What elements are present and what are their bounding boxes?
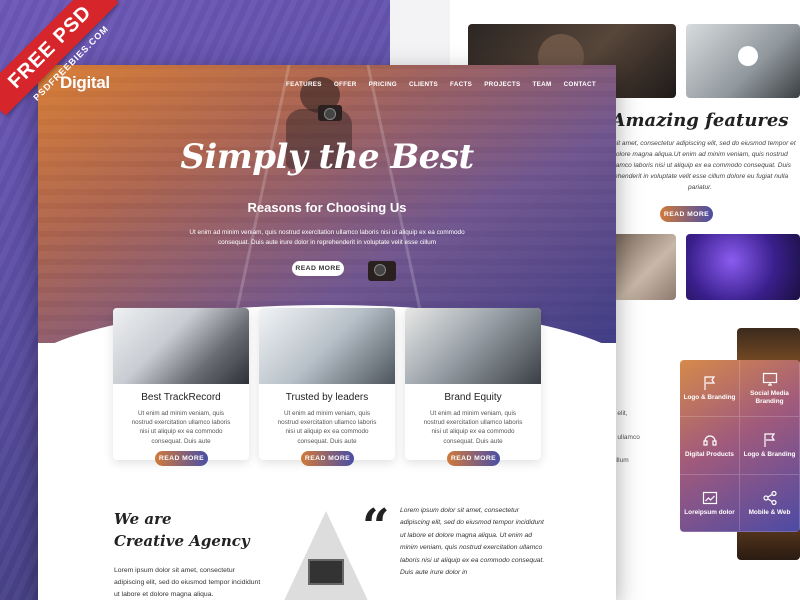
quote-mark-icon: “ <box>362 499 390 555</box>
about-heading-line: Creative Agency <box>114 532 250 550</box>
service-label: Logo & Branding <box>743 451 796 459</box>
nav-item-team[interactable]: TEAM <box>533 81 552 88</box>
main-nav: FEATURES OFFER PRICING CLIENTS FACTS PRO… <box>286 81 596 88</box>
side-line: cillum <box>612 457 629 465</box>
card-read-more-button[interactable]: READ MORE <box>301 451 354 466</box>
hero-read-more-button[interactable]: READ MORE <box>292 261 344 276</box>
side-text-snippet: g elit, e n ullamco e cillum e e <box>612 408 652 491</box>
service-label: Mobile & Web <box>748 508 791 516</box>
service-label: Loreipsum dolor <box>684 508 735 516</box>
nav-item-features[interactable]: FEATURES <box>286 81 322 88</box>
share-icon <box>762 490 777 505</box>
nav-item-pricing[interactable]: PRICING <box>369 81 397 88</box>
about-text: Lorem ipsum dolor sit amet, consectetur … <box>114 567 261 598</box>
card-read-more-button[interactable]: READ MORE <box>447 451 500 466</box>
service-item[interactable]: Loreipsum dolor <box>680 474 740 532</box>
nav-item-clients[interactable]: CLIENTS <box>409 81 438 88</box>
features-text: lor sit amet, consectetur adipiscing eli… <box>604 140 796 191</box>
nav-item-offer[interactable]: OFFER <box>334 81 357 88</box>
headset-icon <box>702 435 717 446</box>
side-line: e <box>612 443 652 455</box>
side-line: e <box>612 420 652 432</box>
nav-item-contact[interactable]: CONTACT <box>564 81 596 88</box>
feature-card: Best TrackRecord Ut enim ad minim veniam… <box>113 308 249 460</box>
chart-icon <box>702 491 717 504</box>
card-photo-workspace <box>405 308 541 384</box>
flag-icon <box>763 433 775 448</box>
side-line: n ullamco <box>612 433 640 441</box>
photo-desk-lamp <box>686 24 800 98</box>
service-label: Digital Products <box>684 451 734 459</box>
side-line: e <box>612 467 652 479</box>
photo-concert <box>686 234 800 300</box>
service-label: Social Media Branding <box>750 390 789 405</box>
service-item[interactable]: Mobile & Web <box>740 474 800 532</box>
camera-icon <box>318 105 342 121</box>
card-text: Ut enim ad minim veniam, quis nostrud ex… <box>131 410 231 445</box>
card-read-more-button[interactable]: READ MORE <box>155 451 208 466</box>
service-item[interactable]: Logo & Branding <box>740 417 800 475</box>
service-item[interactable]: Digital Products <box>680 417 740 475</box>
side-line: g elit, <box>612 410 628 417</box>
card-title: Brand Equity <box>444 392 502 403</box>
feature-card: Brand Equity Ut enim ad minim veniam, qu… <box>405 308 541 460</box>
features-heading: Amazing features <box>611 110 789 131</box>
hero-subtitle: Reasons for Choosing Us <box>247 200 407 215</box>
hero-section: Digital FEATURES OFFER PRICING CLIENTS F… <box>38 65 616 343</box>
quote-text: Lorem ipsum dolor sit amet, consectetur … <box>400 507 545 577</box>
card-text: Ut enim ad minim veniam, quis nostrud ex… <box>277 410 377 445</box>
nav-item-facts[interactable]: FACTS <box>450 81 472 88</box>
triangle-image <box>282 511 370 600</box>
service-item[interactable]: Logo & Branding <box>680 360 740 418</box>
hero-text: Ut enim ad minim veniam, quis nostrud ex… <box>189 229 465 246</box>
about-heading-line: We are <box>114 510 172 528</box>
features-read-more-button[interactable]: READ MORE <box>660 206 713 222</box>
side-line: e <box>612 479 652 491</box>
card-text: Ut enim ad minim veniam, quis nostrud ex… <box>423 410 523 445</box>
card-title: Trusted by leaders <box>285 392 369 403</box>
site-logo[interactable]: Digital <box>60 73 110 93</box>
nav-item-projects[interactable]: PROJECTS <box>484 81 520 88</box>
main-page-sheet: Digital FEATURES OFFER PRICING CLIENTS F… <box>38 65 616 600</box>
hero-title: Simply the Best <box>180 137 474 177</box>
card-photo-office <box>259 308 395 384</box>
monitor-icon <box>762 373 777 386</box>
feature-card: Trusted by leaders Ut enim ad minim veni… <box>259 308 395 460</box>
card-title: Best TrackRecord <box>141 392 221 403</box>
about-heading: We are Creative Agency <box>114 508 250 552</box>
camera-icon <box>368 261 396 281</box>
flag-icon <box>703 376 715 390</box>
service-label: Logo & Branding <box>683 393 736 401</box>
services-grid: Logo & Branding Social Media Branding Di… <box>680 360 800 532</box>
monitor-image <box>308 559 344 585</box>
card-photo-team <box>113 308 249 384</box>
service-item[interactable]: Social Media Branding <box>740 360 800 418</box>
